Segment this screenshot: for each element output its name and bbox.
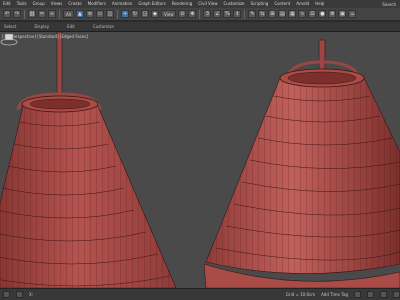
menu-rendering[interactable]: Rendering xyxy=(169,0,195,8)
menu-arnold[interactable]: Arnold xyxy=(293,0,312,8)
lamp-left-pole xyxy=(56,32,63,95)
menu-tools[interactable]: Tools xyxy=(14,0,30,8)
rect-selection-icon[interactable]: ▭ xyxy=(95,10,104,18)
coord-x-label: X: xyxy=(29,292,34,297)
menu-create[interactable]: Create xyxy=(65,0,84,8)
percent-snap-icon[interactable]: % xyxy=(223,10,232,18)
viewcube-icon[interactable] xyxy=(0,32,18,46)
menu-scripting[interactable]: Scripting xyxy=(248,0,272,8)
unlink-icon[interactable]: ✂ xyxy=(38,10,46,18)
scale-icon[interactable]: ◲ xyxy=(140,10,149,18)
select-object-icon[interactable]: ▲ xyxy=(75,10,84,18)
layer-explorer-icon[interactable]: ▤ xyxy=(278,10,287,18)
bind-icon[interactable]: ≈ xyxy=(48,10,56,18)
lamp-shade-right[interactable] xyxy=(203,39,400,288)
redo-icon[interactable]: ↷ xyxy=(13,10,21,18)
selection-filter-dropdown[interactable]: All xyxy=(63,10,74,18)
toolbar-divider xyxy=(199,9,201,19)
subbar-edit[interactable]: Edit xyxy=(67,24,75,29)
menu-group[interactable]: Group xyxy=(30,0,48,8)
viewport-scene xyxy=(0,32,400,288)
menu-civil-view[interactable]: Civil View xyxy=(195,0,220,8)
menu-views[interactable]: Views xyxy=(48,0,66,8)
rendered-frame-icon[interactable]: ▣ xyxy=(338,10,347,18)
toolbar-divider xyxy=(244,9,246,19)
move-icon[interactable]: ✛ xyxy=(120,10,129,18)
orbit-icon[interactable] xyxy=(393,291,400,298)
render-icon[interactable]: ☕ xyxy=(348,10,357,18)
menu-bar: Edit Tools Group Views Create Modifiers … xyxy=(0,0,400,8)
menu-graph-editors[interactable]: Graph Editors xyxy=(135,0,168,8)
play-icon[interactable] xyxy=(354,291,361,298)
menu-help[interactable]: Help xyxy=(312,0,327,8)
select-manipulate-icon[interactable]: ✥ xyxy=(188,10,197,18)
grid-size-readout: Grid = 10,0cm xyxy=(285,292,316,297)
lamp-shade-left[interactable] xyxy=(0,32,177,288)
maxscript-listener-icon[interactable] xyxy=(3,291,10,298)
material-editor-icon[interactable]: ● xyxy=(318,10,327,18)
reference-coord-dropdown[interactable]: View xyxy=(160,10,177,18)
snap-icon[interactable]: 3 xyxy=(203,10,212,18)
rotate-icon[interactable]: ↻ xyxy=(130,10,139,18)
menu-modifiers[interactable]: Modifiers xyxy=(85,0,109,8)
toolbar-divider xyxy=(59,9,60,19)
main-toolbar: ↶ ↷ ⛓ ✂ ≈ All ▲ ≡ ▭ ◫ ✛ ↻ ◲ ◆ View ⊙ ✥ 3… xyxy=(0,8,400,21)
scene-explorer-bar: Select Display Edit Customize xyxy=(0,22,400,32)
angle-snap-icon[interactable]: ∠ xyxy=(213,10,222,18)
toolbar-divider xyxy=(24,9,25,19)
render-setup-icon[interactable]: ⚙ xyxy=(328,10,337,18)
menu-customize[interactable]: Customize xyxy=(221,0,248,8)
spinner-snap-icon[interactable]: ⇕ xyxy=(233,10,242,18)
menu-animation[interactable]: Animation xyxy=(109,0,135,8)
search-label[interactable]: Search xyxy=(382,2,400,7)
pivot-icon[interactable]: ⊙ xyxy=(178,10,187,18)
perspective-viewport[interactable]: [+] [Perspective] [Standard] [Edged Face… xyxy=(0,32,400,288)
select-by-name-icon[interactable]: ≡ xyxy=(85,10,94,18)
subbar-select[interactable]: Select xyxy=(4,24,16,29)
link-icon[interactable]: ⛓ xyxy=(28,10,36,18)
align-icon[interactable]: ⊞ xyxy=(268,10,277,18)
subbar-display[interactable]: Display xyxy=(34,24,49,29)
schematic-view-icon[interactable]: ⊡ xyxy=(308,10,317,18)
menu-content[interactable]: Content xyxy=(271,0,293,8)
window-crossing-icon[interactable]: ◫ xyxy=(105,10,114,18)
mirror-icon[interactable]: ⇆ xyxy=(258,10,267,18)
undo-icon[interactable]: ↶ xyxy=(3,10,11,18)
subbar-customize[interactable]: Customize xyxy=(93,24,114,29)
placement-icon[interactable]: ◆ xyxy=(150,10,159,18)
menu-edit[interactable]: Edit xyxy=(0,0,14,8)
toolbar-divider xyxy=(116,9,118,19)
named-selection-icon[interactable]: ✎ xyxy=(248,10,257,18)
zoom-icon[interactable] xyxy=(380,291,387,298)
status-bar: X: Grid = 10,0cm Add Time Tag xyxy=(0,288,400,300)
curve-editor-icon[interactable]: ∿ xyxy=(298,10,307,18)
graphite-toggle-icon[interactable]: ▦ xyxy=(288,10,297,18)
selection-lock-icon[interactable] xyxy=(16,291,23,298)
key-mode-icon[interactable] xyxy=(367,291,374,298)
add-time-tag-button[interactable]: Add Time Tag xyxy=(321,292,348,297)
